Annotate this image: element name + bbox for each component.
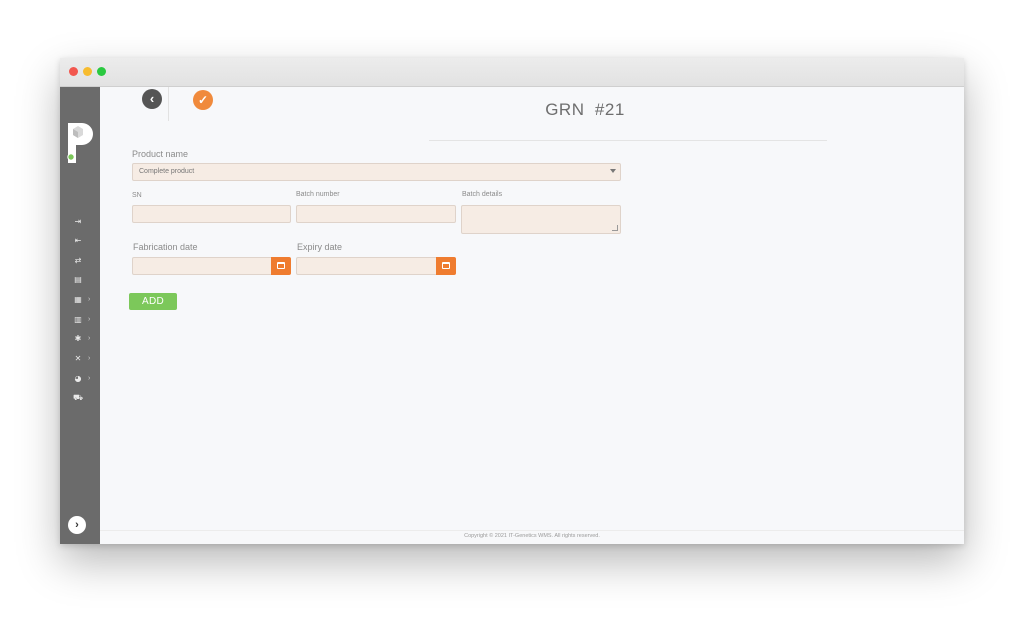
expiry-date-label: Expiry date	[297, 242, 343, 252]
sidebar-item-transfer[interactable]: ⇄	[60, 254, 100, 270]
chevron-right-icon: ›	[88, 296, 91, 303]
title-divider	[429, 140, 827, 141]
chevron-right-icon: ›	[88, 375, 91, 382]
gear-icon: ✱	[74, 334, 82, 343]
product-name-select[interactable]: Complete product	[132, 163, 621, 181]
sn-label: SN	[132, 192, 142, 199]
sidebar-item-outbound[interactable]: ⇤	[60, 234, 100, 250]
sidebar-item-cart[interactable]: ⛟	[60, 391, 100, 407]
tools-icon: ✕	[74, 354, 82, 363]
chevron-right-icon: ›	[88, 335, 91, 342]
sidebar-item-settings[interactable]: ✱ ›	[60, 332, 100, 348]
back-button[interactable]: ‹	[142, 89, 162, 109]
product-name-value: Complete product	[139, 168, 195, 175]
document-icon: ▤	[74, 275, 82, 284]
calendar-icon	[277, 262, 285, 269]
product-name-label: Product name	[132, 149, 189, 159]
cart-icon: ⛟	[73, 393, 84, 402]
expand-sidebar-button[interactable]: ›	[68, 516, 86, 534]
sidebar: ⇥ ⇤ ⇄ ▤ ▦ › ▥ › ✱ › ✕ › ◕ › ⛟ ›	[60, 87, 100, 544]
sidebar-item-reports[interactable]: ◕ ›	[60, 372, 100, 388]
app-logo	[67, 123, 93, 163]
warehouse-icon: ▥	[74, 315, 82, 324]
resize-grip-icon[interactable]	[612, 225, 618, 231]
minimize-window-button[interactable]	[83, 67, 92, 76]
sn-input[interactable]	[132, 205, 291, 223]
expiry-date-picker-button[interactable]	[436, 257, 456, 275]
clipboard-icon: ▦	[74, 295, 82, 304]
batch-details-label: Batch details	[462, 191, 503, 198]
batch-details-textarea[interactable]	[461, 205, 621, 234]
footer-divider	[100, 530, 964, 531]
chevron-right-icon: ›	[88, 355, 91, 362]
pie-chart-icon: ◕	[74, 374, 82, 383]
sidebar-item-warehouse[interactable]: ▥ ›	[60, 313, 100, 329]
add-button[interactable]: ADD	[129, 293, 177, 310]
fabrication-date-input[interactable]	[132, 257, 272, 275]
footer-copyright: Copyright © 2021 IT-Genetics WMS. All ri…	[464, 533, 600, 539]
calendar-icon	[442, 262, 450, 269]
confirm-button[interactable]: ✓	[193, 90, 213, 110]
fabrication-date-picker-button[interactable]	[271, 257, 291, 275]
sign-in-icon: ⇥	[74, 217, 82, 226]
chevron-right-icon: ›	[88, 316, 91, 323]
batch-number-input[interactable]	[296, 205, 456, 223]
sidebar-item-inbound[interactable]: ⇥	[60, 215, 100, 231]
maximize-window-button[interactable]	[97, 67, 106, 76]
close-window-button[interactable]	[69, 67, 78, 76]
expiry-date-input[interactable]	[296, 257, 437, 275]
sidebar-item-documents[interactable]: ▤	[60, 273, 100, 289]
batch-number-label: Batch number	[296, 191, 340, 198]
sidebar-item-clipboard[interactable]: ▦ ›	[60, 293, 100, 309]
main-content: ‹ ✓ GRN #21 Product name Complete produc…	[100, 87, 964, 544]
title-bar	[60, 58, 964, 87]
fabrication-date-label: Fabrication date	[133, 242, 198, 252]
sign-out-icon: ⇤	[74, 236, 82, 245]
page-title: GRN #21	[545, 100, 625, 119]
transfer-icon: ⇄	[74, 256, 82, 265]
sidebar-item-tools[interactable]: ✕ ›	[60, 352, 100, 368]
caret-down-icon	[610, 169, 616, 173]
toolbar-divider	[168, 87, 169, 121]
app-window: ⇥ ⇤ ⇄ ▤ ▦ › ▥ › ✱ › ✕ › ◕ › ⛟ › ‹ ✓ GRN …	[60, 58, 964, 544]
